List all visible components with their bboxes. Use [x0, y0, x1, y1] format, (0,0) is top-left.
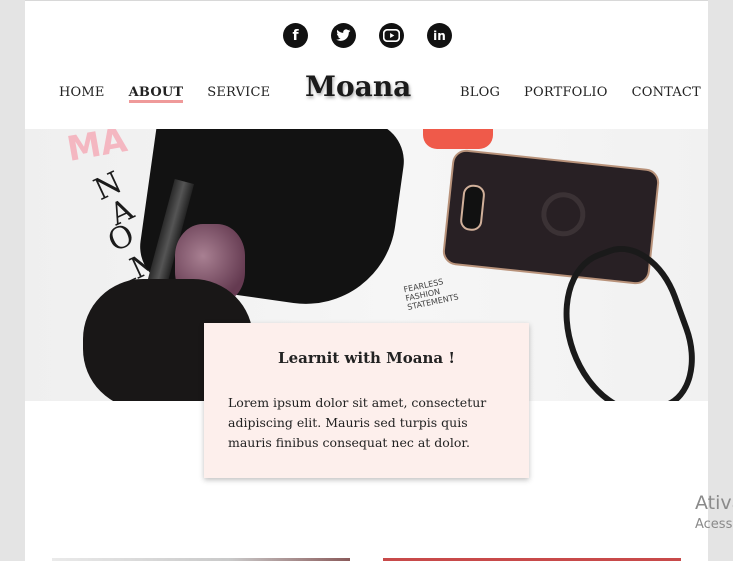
nav-left: HOME ABOUT SERVICE — [59, 85, 294, 103]
page: f in HOME ABOUT SERVICE Moana BLOG PORTF… — [25, 0, 708, 561]
twitter-bird-icon — [336, 29, 351, 41]
card-text: Lorem ipsum dolor sit amet, consectetur … — [228, 395, 487, 450]
top-border — [25, 0, 708, 1]
nail-polish-bottle — [423, 129, 493, 149]
site-logo[interactable]: Moana — [305, 70, 411, 103]
twitter-icon[interactable] — [331, 23, 356, 48]
nav-about[interactable]: ABOUT — [128, 85, 184, 103]
intro-card: Learnit with Moana ! Lorem ipsum dolor s… — [204, 323, 529, 478]
nav-home[interactable]: HOME — [59, 85, 105, 100]
nav-right: BLOG PORTFOLIO CONTACT — [460, 85, 708, 100]
card-title: Learnit with Moana ! — [278, 349, 455, 367]
social-links: f in — [283, 23, 452, 48]
watermark-subtitle: Acess — [695, 517, 733, 532]
phone-camera — [459, 183, 486, 232]
nav-blog[interactable]: BLOG — [460, 85, 500, 100]
youtube-icon[interactable] — [379, 23, 404, 48]
linkedin-glyph: in — [433, 28, 446, 43]
youtube-play-icon — [383, 29, 400, 42]
facebook-icon[interactable]: f — [283, 23, 308, 48]
watermark-title: Ativa — [695, 492, 733, 514]
linkedin-icon[interactable]: in — [427, 23, 452, 48]
nav-contact[interactable]: CONTACT — [632, 85, 701, 100]
phone-ring-holder — [539, 190, 588, 239]
nav-service[interactable]: SERVICE — [207, 85, 270, 100]
magazine-title: MA — [63, 129, 131, 170]
nav-portfolio[interactable]: PORTFOLIO — [524, 85, 608, 100]
magazine-caption: FEARLESS FASHION STATEMENTS — [402, 277, 460, 312]
facebook-glyph: f — [292, 27, 299, 44]
activation-watermark: Ativa Acess — [695, 492, 733, 532]
